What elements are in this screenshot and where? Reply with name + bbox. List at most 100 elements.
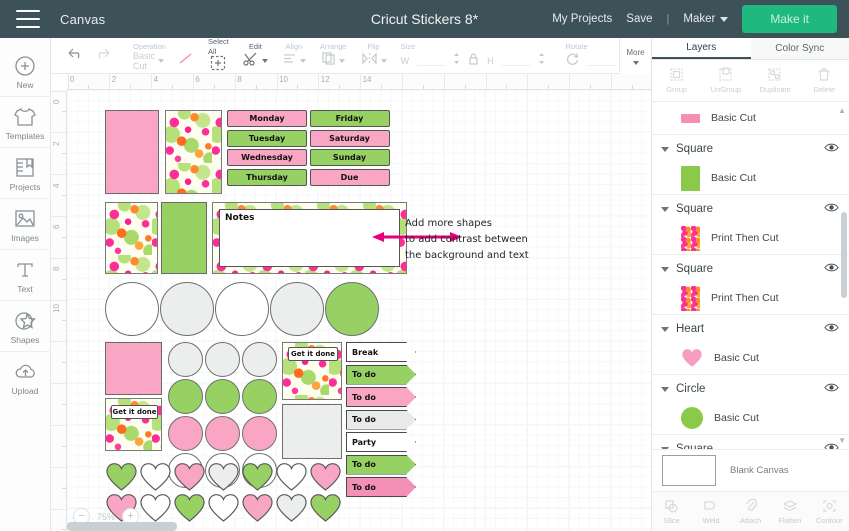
sidebar-item-templates[interactable]: Templates — [0, 97, 51, 148]
sidebar-item-text[interactable]: Text — [0, 250, 51, 301]
sticker-day-label[interactable]: Monday — [227, 110, 307, 127]
sticker-gray-square[interactable] — [282, 404, 342, 459]
eye-icon[interactable] — [824, 200, 839, 218]
layer-color-swatch[interactable] — [681, 225, 700, 251]
sticker-get-it-done-label[interactable]: Get it done — [111, 405, 158, 419]
scroll-up-arrow[interactable]: ▲ — [838, 106, 846, 115]
slice-button[interactable]: Slice — [652, 499, 691, 525]
layer-group-header[interactable]: Heart — [652, 315, 849, 342]
weld-button[interactable]: Weld — [691, 499, 730, 525]
sidebar-item-new[interactable]: New — [0, 46, 51, 97]
sticker-flag[interactable]: To do — [346, 364, 416, 385]
sticker-heart[interactable] — [173, 462, 206, 497]
sticker-floral-square-2[interactable] — [105, 202, 158, 274]
sticker-heart[interactable] — [309, 462, 342, 497]
sticker-heart[interactable] — [241, 462, 274, 497]
sticker-flag[interactable]: Party — [346, 432, 416, 452]
layer-color-swatch[interactable] — [681, 407, 703, 429]
eye-icon[interactable] — [824, 440, 839, 449]
layer-color-swatch[interactable] — [681, 285, 700, 311]
sticker-flag[interactable]: To do — [346, 409, 416, 430]
arrange-control[interactable]: Arrange — [313, 38, 354, 74]
layer-row[interactable]: Print Then Cut — [652, 222, 849, 254]
align-control[interactable]: Align — [275, 38, 313, 74]
sidebar-item-upload[interactable]: Upload — [0, 352, 51, 402]
eye-icon[interactable] — [824, 320, 839, 338]
layer-color-swatch[interactable] — [681, 165, 700, 191]
chevron-down-icon[interactable] — [339, 58, 346, 63]
size-control[interactable]: Size W H — [394, 38, 559, 74]
redo-icon[interactable] — [93, 46, 112, 66]
chevron-down-icon[interactable] — [661, 147, 669, 152]
line-style-icon[interactable] — [177, 52, 194, 70]
design-canvas[interactable]: Monday Friday Tuesday Saturday Wednesday Sund… — [67, 90, 651, 531]
sidebar-item-images[interactable]: Images — [0, 199, 51, 250]
sticker-flag[interactable]: To do — [346, 387, 416, 407]
layer-color-swatch[interactable] — [681, 348, 703, 368]
scroll-down-arrow[interactable]: ▼ — [838, 436, 846, 445]
select-all-button[interactable]: Select All — [201, 37, 236, 74]
sticker-circle-large[interactable] — [270, 282, 324, 336]
chevron-down-icon[interactable] — [380, 58, 387, 63]
layer-group-header[interactable]: Square — [652, 435, 849, 449]
chevron-down-icon[interactable] — [158, 58, 165, 63]
ungroup-button[interactable]: UnGroup — [701, 67, 750, 94]
sticker-day-label[interactable]: Friday — [309, 110, 390, 127]
sticker-heart[interactable] — [275, 462, 308, 497]
contour-button[interactable]: Contour — [810, 499, 849, 525]
sticker-day-label[interactable]: Tuesday — [227, 129, 307, 147]
eye-icon[interactable] — [824, 260, 839, 278]
layer-row[interactable]: Basic Cut — [652, 402, 849, 434]
chevron-down-icon[interactable] — [661, 267, 669, 272]
sticker-floral-square[interactable] — [165, 110, 222, 194]
undo-icon[interactable] — [66, 46, 85, 66]
flip-control[interactable]: Flip — [354, 38, 394, 74]
sticker-circle-small[interactable] — [168, 416, 203, 451]
rotate-input[interactable] — [587, 55, 616, 66]
sticker-circle-small[interactable] — [242, 342, 277, 377]
sticker-day-label[interactable]: Thursday — [227, 168, 307, 186]
width-input[interactable] — [417, 55, 446, 66]
machine-selector[interactable]: Maker — [683, 13, 729, 25]
sticker-day-label[interactable]: Due — [309, 168, 390, 186]
chevron-down-icon[interactable] — [661, 327, 669, 332]
delete-button[interactable]: Delete — [800, 67, 849, 94]
layer-row[interactable]: Basic Cut — [652, 102, 849, 134]
sticker-circle-small[interactable] — [205, 416, 240, 451]
chevron-down-icon[interactable] — [661, 207, 669, 212]
sticker-heart[interactable] — [207, 462, 240, 497]
sticker-heart[interactable] — [241, 493, 274, 528]
eye-icon[interactable] — [824, 380, 839, 398]
my-projects-link[interactable]: My Projects — [552, 13, 612, 25]
sticker-flag[interactable]: Break — [346, 342, 416, 362]
layer-row[interactable]: Basic Cut — [652, 162, 849, 194]
sticker-pink-square-2[interactable] — [105, 342, 162, 395]
operation-control[interactable]: Operation Basic Cut — [119, 38, 201, 74]
group-button[interactable]: Group — [652, 67, 701, 94]
eye-icon[interactable] — [824, 140, 839, 158]
tab-layers[interactable]: Layers — [652, 38, 751, 59]
chevron-down-icon[interactable] — [661, 387, 669, 392]
sticker-heart[interactable] — [207, 493, 240, 528]
sticker-circle-large[interactable] — [215, 282, 269, 336]
sticker-get-it-done-label-2[interactable]: Get it done — [288, 347, 338, 361]
stepper-icon[interactable] — [453, 52, 460, 70]
more-options-button[interactable]: More — [619, 38, 651, 74]
sticker-day-label[interactable]: Saturday — [309, 129, 390, 147]
tab-color-sync[interactable]: Color Sync — [750, 38, 849, 59]
lock-icon[interactable] — [468, 52, 479, 70]
sidebar-item-projects[interactable]: Projects — [0, 148, 51, 199]
sticker-pink-square[interactable] — [105, 110, 159, 194]
layer-group-header[interactable]: Square — [652, 255, 849, 282]
layer-row[interactable]: Print Then Cut — [652, 282, 849, 314]
sticker-flag[interactable]: To do — [346, 454, 416, 475]
sticker-circle-small[interactable] — [205, 379, 240, 414]
flatten-button[interactable]: Flatten — [770, 499, 809, 525]
hamburger-icon[interactable] — [16, 10, 40, 28]
layers-list[interactable]: Basic Cut Square Basic Cut Square Print Then… — [652, 102, 849, 449]
sticker-heart[interactable] — [139, 462, 172, 497]
sticker-day-label[interactable]: Sunday — [309, 149, 390, 166]
layer-group-header[interactable]: Square — [652, 195, 849, 222]
sticker-heart[interactable] — [309, 493, 342, 528]
sticker-circle-small[interactable] — [168, 342, 203, 377]
